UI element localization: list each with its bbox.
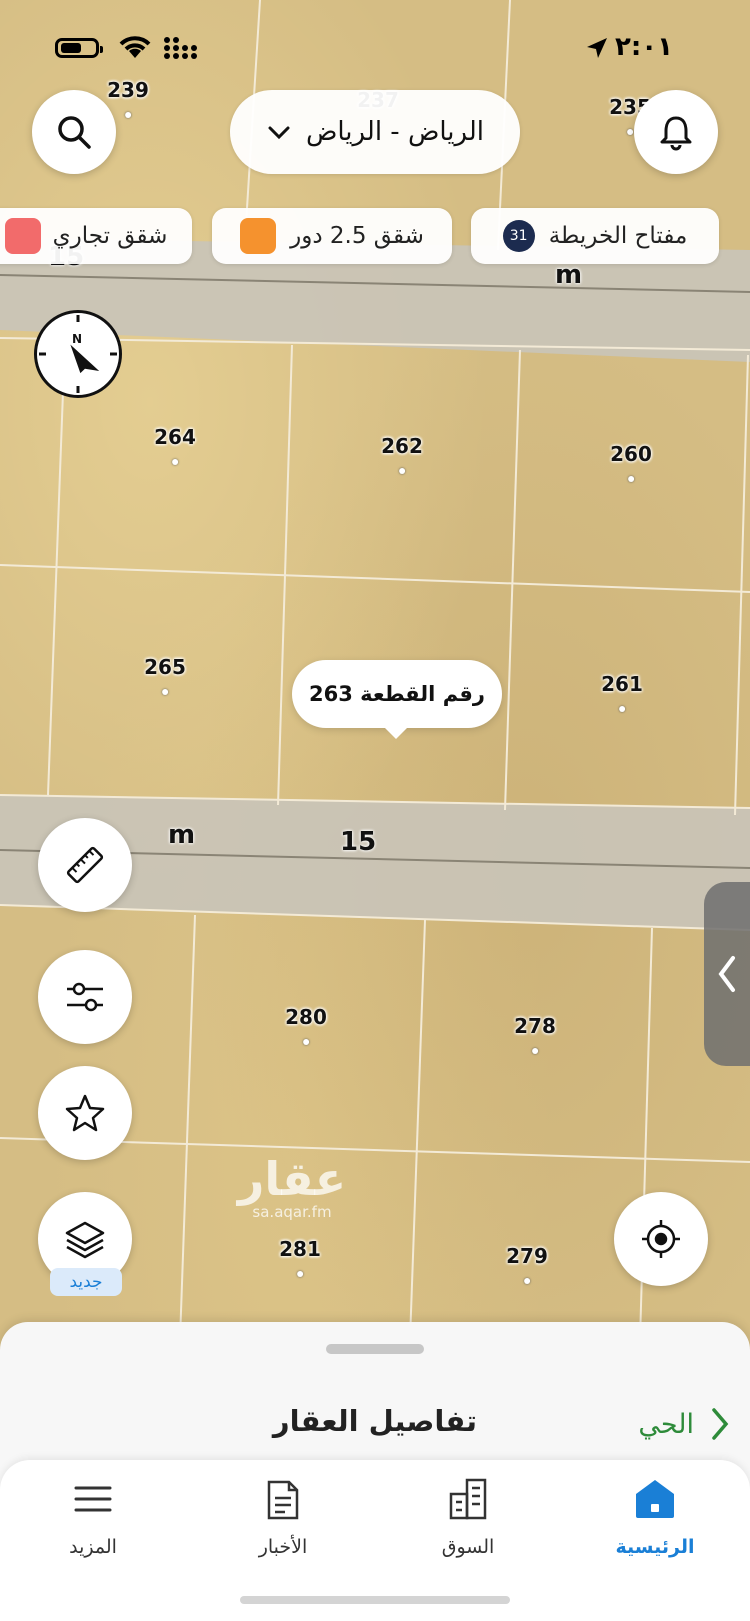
plot-label[interactable]: 239	[107, 78, 149, 102]
plot-tooltip[interactable]: رقم القطعة 263	[292, 660, 502, 739]
watermark-brand: عقار	[237, 1152, 347, 1206]
filter-chip-apartments[interactable]: شقق 2.5 دور	[212, 208, 452, 264]
watermark: عقار sa.aqar.fm	[232, 1155, 352, 1221]
tab-label: الأخبار	[258, 1536, 308, 1558]
tab-label: السوق	[441, 1536, 495, 1558]
swatch-orange-icon	[240, 218, 277, 254]
street-label: m	[555, 260, 583, 290]
star-icon	[65, 1094, 105, 1132]
tab-label: الرئيسية	[615, 1536, 695, 1558]
street-label: 15	[340, 827, 377, 857]
search-icon	[58, 116, 91, 149]
map-key-badge: 31	[502, 220, 535, 252]
compass-icon: N	[39, 315, 117, 393]
city-selector-label: الرياض - الرياض	[305, 117, 485, 147]
search-button[interactable]	[32, 90, 116, 174]
layers-icon	[65, 1221, 105, 1259]
buildings-icon	[449, 1478, 487, 1520]
neighborhood-link[interactable]: الحي	[620, 1402, 730, 1446]
plot-label[interactable]: 264	[154, 425, 196, 449]
sheet-grabber[interactable]	[326, 1344, 424, 1354]
plot-label[interactable]: 279	[506, 1244, 548, 1268]
tab-market[interactable]: السوق	[398, 1476, 538, 1558]
home-icon	[636, 1480, 674, 1518]
location-arrow-icon	[587, 38, 607, 58]
tab-more[interactable]: المزيد	[23, 1476, 163, 1558]
chevron-left-icon	[718, 956, 735, 992]
side-panel-handle[interactable]	[704, 882, 750, 1066]
sliders-icon	[67, 982, 103, 1012]
home-indicator	[240, 1596, 510, 1604]
menu-icon	[74, 1486, 112, 1512]
bell-icon	[660, 116, 692, 151]
sheet-title: تفاصيل العقار	[272, 1404, 478, 1438]
signal-icon	[164, 37, 197, 59]
filter-chip-label: شقق تجاري	[52, 223, 168, 249]
new-badge: جديد	[50, 1268, 122, 1296]
filter-settings-button[interactable]	[38, 950, 132, 1044]
plot-label[interactable]: 281	[279, 1237, 321, 1261]
city-selector[interactable]: الرياض - الرياض	[230, 90, 520, 174]
battery-icon	[55, 38, 103, 58]
notifications-button[interactable]	[634, 90, 718, 174]
chevron-down-icon	[268, 126, 290, 140]
neighborhood-link-label: الحي	[638, 1408, 694, 1440]
measure-button[interactable]	[38, 818, 132, 912]
tab-news[interactable]: الأخبار	[213, 1476, 353, 1558]
status-time: ٢:٠١	[615, 32, 674, 62]
filter-chip-commercial[interactable]: شقق تجاري	[0, 208, 192, 264]
ruler-icon	[66, 846, 104, 884]
compass-button[interactable]: N	[34, 310, 122, 398]
tab-label: المزيد	[69, 1536, 117, 1558]
plot-label[interactable]: 261	[601, 672, 643, 696]
street-label: m	[168, 820, 196, 850]
plot-tooltip-text: رقم القطعة 263	[308, 682, 486, 706]
swatch-red-icon	[4, 218, 41, 254]
favorites-button[interactable]	[38, 1066, 132, 1160]
svg-text:N: N	[72, 332, 82, 346]
plot-label[interactable]: 280	[285, 1005, 327, 1029]
tab-bar: الرئيسية السوق الأخبار المزيد	[0, 1460, 750, 1621]
document-icon	[267, 1480, 299, 1520]
my-location-button[interactable]	[614, 1192, 708, 1286]
crosshair-icon	[642, 1220, 680, 1258]
map-key-label: مفتاح الخريطة	[548, 223, 688, 249]
filter-chip-label: شقق 2.5 دور	[290, 223, 424, 249]
plot-label[interactable]: 260	[610, 442, 652, 466]
wifi-icon	[119, 36, 151, 58]
chevron-right-icon	[712, 1408, 729, 1440]
status-bar: ٢:٠١	[0, 30, 750, 70]
tab-home[interactable]: الرئيسية	[585, 1476, 725, 1558]
plot-label[interactable]: 262	[381, 434, 423, 458]
map-key-chip[interactable]: 31 مفتاح الخريطة	[471, 208, 719, 264]
plot-label[interactable]: 278	[514, 1014, 556, 1038]
plot-label[interactable]: 265	[144, 655, 186, 679]
